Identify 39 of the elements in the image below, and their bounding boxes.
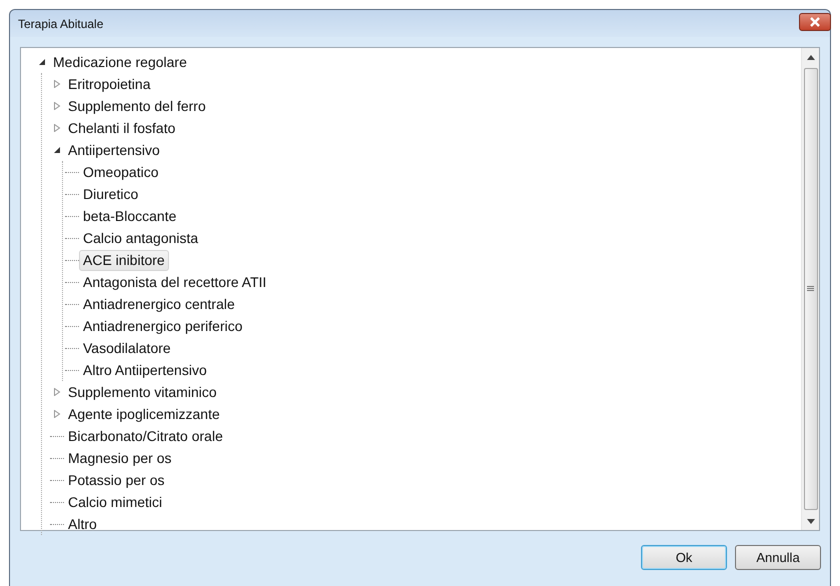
collapse-icon[interactable] xyxy=(53,146,61,154)
scroll-down-icon[interactable] xyxy=(806,518,814,524)
close-button[interactable] xyxy=(799,12,831,30)
expand-icon[interactable] xyxy=(53,80,61,88)
tree-item[interactable]: Supplemento vitaminico xyxy=(64,382,221,402)
tree-item[interactable]: Supplemento del ferro xyxy=(64,96,210,116)
ok-button[interactable]: Ok xyxy=(641,545,727,570)
tree-item[interactable]: Medicazione regolare xyxy=(49,52,191,72)
tree-item[interactable]: ACE inibitore xyxy=(79,250,169,270)
tree-item[interactable]: Altro Antiipertensivo xyxy=(79,360,211,380)
tree-item[interactable]: Antagonista del recettore ATII xyxy=(79,272,270,292)
window-title: Terapia Abituale xyxy=(18,16,104,32)
tree-item[interactable]: Altro xyxy=(64,514,101,534)
tree-item[interactable]: Omeopatico xyxy=(79,162,162,182)
tree-item[interactable]: Diuretico xyxy=(79,184,142,204)
tree-item[interactable]: Eritropoietina xyxy=(64,74,154,94)
expand-icon[interactable] xyxy=(53,102,61,110)
tree-item[interactable]: Bicarbonato/Citrato orale xyxy=(64,426,227,446)
expand-icon[interactable] xyxy=(53,410,61,418)
tree-item[interactable]: Antiadrenergico periferico xyxy=(79,316,247,336)
scrollbar[interactable] xyxy=(801,48,819,530)
grip-icon xyxy=(807,286,814,292)
close-icon xyxy=(809,16,821,26)
tree-item[interactable]: beta-Bloccante xyxy=(79,206,180,226)
cancel-button[interactable]: Annulla xyxy=(735,545,821,570)
scroll-thumb[interactable] xyxy=(804,68,818,510)
tree-item[interactable]: Agente ipoglicemizzante xyxy=(64,404,224,424)
tree-item[interactable]: Magnesio per os xyxy=(64,448,176,468)
tree-item[interactable]: Antiipertensivo xyxy=(64,140,164,160)
tree-item[interactable]: Potassio per os xyxy=(64,470,168,490)
tree-item[interactable]: Vasodilalatore xyxy=(79,338,175,358)
tree-item[interactable]: Calcio mimetici xyxy=(64,492,166,512)
tree-item[interactable]: Calcio antagonista xyxy=(79,228,202,248)
scroll-up-icon[interactable] xyxy=(806,54,814,60)
tree-item[interactable]: Antiadrenergico centrale xyxy=(79,294,239,314)
expand-icon[interactable] xyxy=(53,124,61,132)
collapse-icon[interactable] xyxy=(38,58,46,66)
tree-item[interactable]: Chelanti il fosfato xyxy=(64,118,180,138)
expand-icon[interactable] xyxy=(53,388,61,396)
